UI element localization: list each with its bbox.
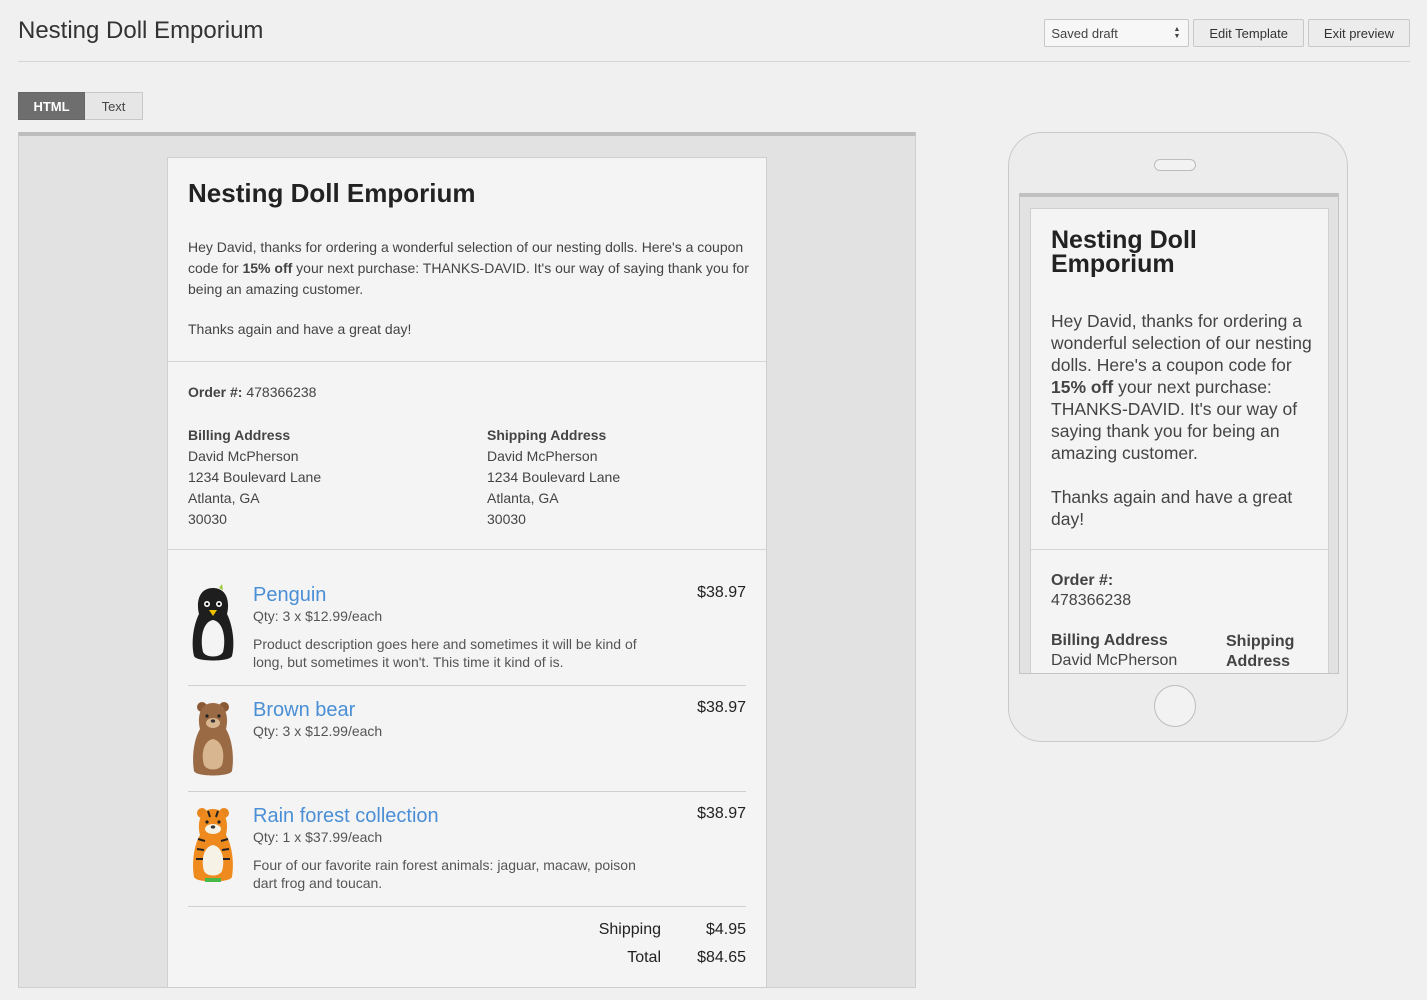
- item-price: $38.97: [697, 584, 746, 601]
- order-value: 478366238: [246, 384, 317, 400]
- order-item: Rain forest collection Qty: 1 x $37.99/e…: [188, 805, 746, 895]
- mobile-email-body: Nesting Doll Emporium Hey David, thanks …: [1030, 208, 1329, 673]
- shipping-city: Atlanta, GA: [487, 490, 559, 506]
- mobile-shipping-heading: Shipping Address: [1226, 633, 1295, 670]
- billing-street: 1234 Boulevard Lane: [188, 469, 322, 485]
- billing-zip: 30030: [188, 511, 227, 527]
- item-name-link[interactable]: Penguin: [253, 584, 326, 607]
- item-description: Four of our favorite rain forest animals…: [253, 857, 636, 891]
- item-divider: [188, 685, 746, 686]
- mobile-order-label: Order #:: [1051, 572, 1114, 589]
- item-name-link[interactable]: Rain forest collection: [253, 805, 439, 828]
- item-name-link[interactable]: Brown bear: [253, 699, 355, 722]
- email-body: Nesting Doll Emporium Hey David, thanks …: [167, 157, 767, 987]
- section-divider: [168, 549, 766, 550]
- item-qty: Qty: 1 x $37.99/each: [253, 829, 383, 845]
- item-price: $38.97: [697, 699, 746, 716]
- edit-template-button[interactable]: Edit Template: [1193, 19, 1304, 47]
- tiger-doll-icon: [193, 808, 233, 882]
- exit-preview-button[interactable]: Exit preview: [1307, 19, 1410, 47]
- phone-speaker: [1154, 159, 1196, 171]
- item-description: Product description goes here and someti…: [253, 636, 637, 670]
- billing-address: Billing Address David McPherson 1234 Bou…: [188, 425, 321, 530]
- mobile-order-value: 478366238: [1051, 592, 1132, 609]
- mobile-store-name: Nesting Doll Emporium: [1051, 226, 1197, 278]
- email-store-name: Nesting Doll Emporium: [188, 178, 476, 208]
- coupon-discount: 15% off: [242, 260, 293, 276]
- order-label: Order #:: [188, 384, 243, 400]
- mobile-billing-heading: Billing Address: [1051, 632, 1168, 649]
- mobile-preview: Nesting Doll Emporium Hey David, thanks …: [1008, 132, 1348, 742]
- shipping-heading: Shipping Address: [487, 427, 607, 443]
- item-qty: Qty: 3 x $12.99/each: [253, 608, 383, 624]
- total-label: Total: [627, 949, 661, 966]
- billing-city: Atlanta, GA: [188, 490, 260, 506]
- mobile-email-thanks: Thanks again and have a great day!: [1051, 487, 1293, 529]
- mobile-billing-name: David McPherson: [1051, 652, 1178, 669]
- header-divider: [18, 61, 1410, 62]
- shipping-zip: 30030: [487, 511, 526, 527]
- shipping-street: 1234 Boulevard Lane: [487, 469, 621, 485]
- item-divider: [188, 791, 746, 792]
- page-title: Nesting Doll Emporium: [18, 17, 264, 44]
- shipping-address: Shipping Address David McPherson 1234 Bo…: [487, 425, 620, 530]
- status-select-value: Saved draft: [1051, 25, 1118, 41]
- order-item: Brown bear Qty: 3 x $12.99/each $38.97: [188, 699, 746, 779]
- mobile-section-divider: [1031, 549, 1328, 550]
- phone-screen[interactable]: Nesting Doll Emporium Hey David, thanks …: [1019, 193, 1339, 674]
- view-mode-tabs: HTML Text: [18, 92, 143, 120]
- billing-heading: Billing Address: [188, 427, 291, 443]
- toolbar: Saved draft ▲ ▼ Edit Template Exit previe…: [1044, 19, 1410, 47]
- item-divider: [188, 906, 746, 907]
- desktop-preview[interactable]: Nesting Doll Emporium Hey David, thanks …: [18, 132, 916, 988]
- billing-name: David McPherson: [188, 448, 299, 464]
- shipping-name: David McPherson: [487, 448, 598, 464]
- tab-html[interactable]: HTML: [18, 92, 85, 120]
- mobile-email-intro: Hey David, thanks for ordering a wonderf…: [1051, 311, 1312, 463]
- section-divider: [168, 361, 766, 362]
- penguin-doll-icon: [192, 584, 234, 661]
- mobile-coupon-discount: 15% off: [1051, 377, 1114, 397]
- order-item: Penguin Qty: 3 x $12.99/each Product des…: [188, 584, 746, 674]
- shipping-label: Shipping: [598, 921, 661, 938]
- order-number: Order #: 478366238: [188, 384, 316, 400]
- item-qty: Qty: 3 x $12.99/each: [253, 723, 383, 739]
- email-thanks: Thanks again and have a great day!: [188, 321, 412, 337]
- select-arrows-icon: ▲ ▼: [1173, 26, 1181, 40]
- item-price: $38.97: [697, 805, 746, 822]
- email-intro: Hey David, thanks for ordering a wonderf…: [188, 239, 749, 297]
- status-select[interactable]: Saved draft ▲ ▼: [1044, 19, 1190, 47]
- total-amount: $84.65: [697, 949, 746, 966]
- bear-doll-icon: [193, 702, 233, 776]
- tab-text[interactable]: Text: [85, 92, 143, 120]
- shipping-cost: $4.95: [705, 921, 746, 938]
- phone-home-button: [1154, 685, 1196, 727]
